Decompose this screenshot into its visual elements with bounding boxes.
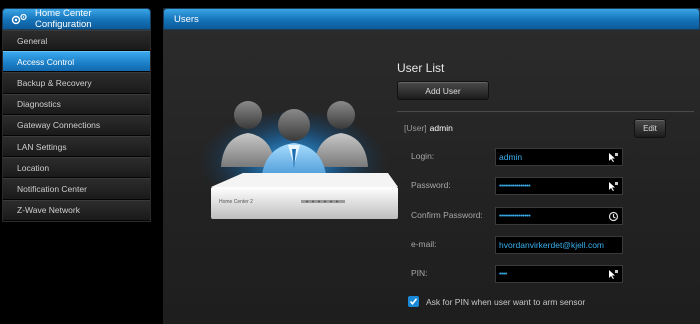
checkmark-icon: [409, 298, 418, 306]
password-label: Password:: [411, 180, 451, 190]
sidebar: Home Center Configuration General Access…: [2, 8, 151, 324]
users-content: Home Center 2 User List Add User [User] a…: [163, 30, 700, 324]
password-field[interactable]: ••••••••••••••••: [495, 177, 623, 195]
password-value: ••••••••••••••••: [499, 182, 531, 190]
ask-pin-label: Ask for PIN when user want to arm sensor: [426, 297, 586, 307]
user-list-title: User List: [397, 61, 445, 75]
edit-pointer-icon[interactable]: [608, 269, 619, 280]
sidebar-item-location[interactable]: Location: [3, 157, 150, 179]
sidebar-item-access-control[interactable]: Access Control: [3, 51, 150, 73]
sidebar-header: Home Center Configuration: [2, 8, 151, 30]
sidebar-item-notification-center[interactable]: Notification Center: [3, 178, 150, 200]
device-label: Home Center 2: [219, 199, 253, 205]
sidebar-item-z-wave-network[interactable]: Z-Wave Network: [3, 199, 150, 221]
edit-pointer-icon[interactable]: [608, 181, 619, 192]
main-panel: Users Home Center 2 User List Add User […: [163, 8, 700, 324]
login-value: admin: [499, 152, 523, 162]
email-label: e-mail:: [411, 239, 437, 249]
sidebar-item-gateway-connections[interactable]: Gateway Connections: [3, 114, 150, 136]
email-value: hvordanvirkerdet@kjell.com: [499, 240, 605, 250]
pin-label: PIN:: [411, 268, 428, 278]
confirm-password-label: Confirm Password:: [411, 210, 483, 220]
edit-pointer-icon[interactable]: [608, 152, 619, 163]
sidebar-item-lan-settings[interactable]: LAN Settings: [3, 135, 150, 158]
user-tag: [User]: [404, 123, 427, 133]
sidebar-item-general[interactable]: General: [3, 30, 150, 52]
login-field[interactable]: admin: [495, 148, 623, 166]
refresh-icon[interactable]: [608, 211, 619, 222]
divider: [397, 111, 694, 112]
sidebar-title: Home Center Configuration: [35, 8, 92, 30]
pin-value: ••••: [499, 270, 507, 278]
sidebar-item-backup-recovery[interactable]: Backup & Recovery: [3, 72, 150, 94]
user-row: [User] admin: [404, 123, 453, 133]
confirm-password-field[interactable]: ••••••••••••••••: [495, 207, 623, 225]
gear-icon: [11, 13, 29, 25]
ask-pin-checkbox[interactable]: [408, 296, 419, 307]
add-user-button[interactable]: Add User: [397, 81, 489, 100]
sidebar-menu: General Access Control Backup & Recovery…: [2, 30, 151, 222]
confirm-password-value: ••••••••••••••••: [499, 212, 531, 220]
edit-user-button[interactable]: Edit: [634, 119, 666, 138]
login-label: Login:: [411, 151, 435, 161]
sidebar-item-diagnostics[interactable]: Diagnostics: [3, 93, 150, 115]
tab-label: Users: [174, 13, 199, 25]
pin-field[interactable]: ••••: [495, 265, 623, 283]
tab-users[interactable]: Users: [163, 8, 700, 30]
user-name: admin: [429, 123, 453, 133]
users-illustration: Home Center 2: [193, 95, 403, 245]
email-field[interactable]: hvordanvirkerdet@kjell.com: [495, 236, 623, 254]
